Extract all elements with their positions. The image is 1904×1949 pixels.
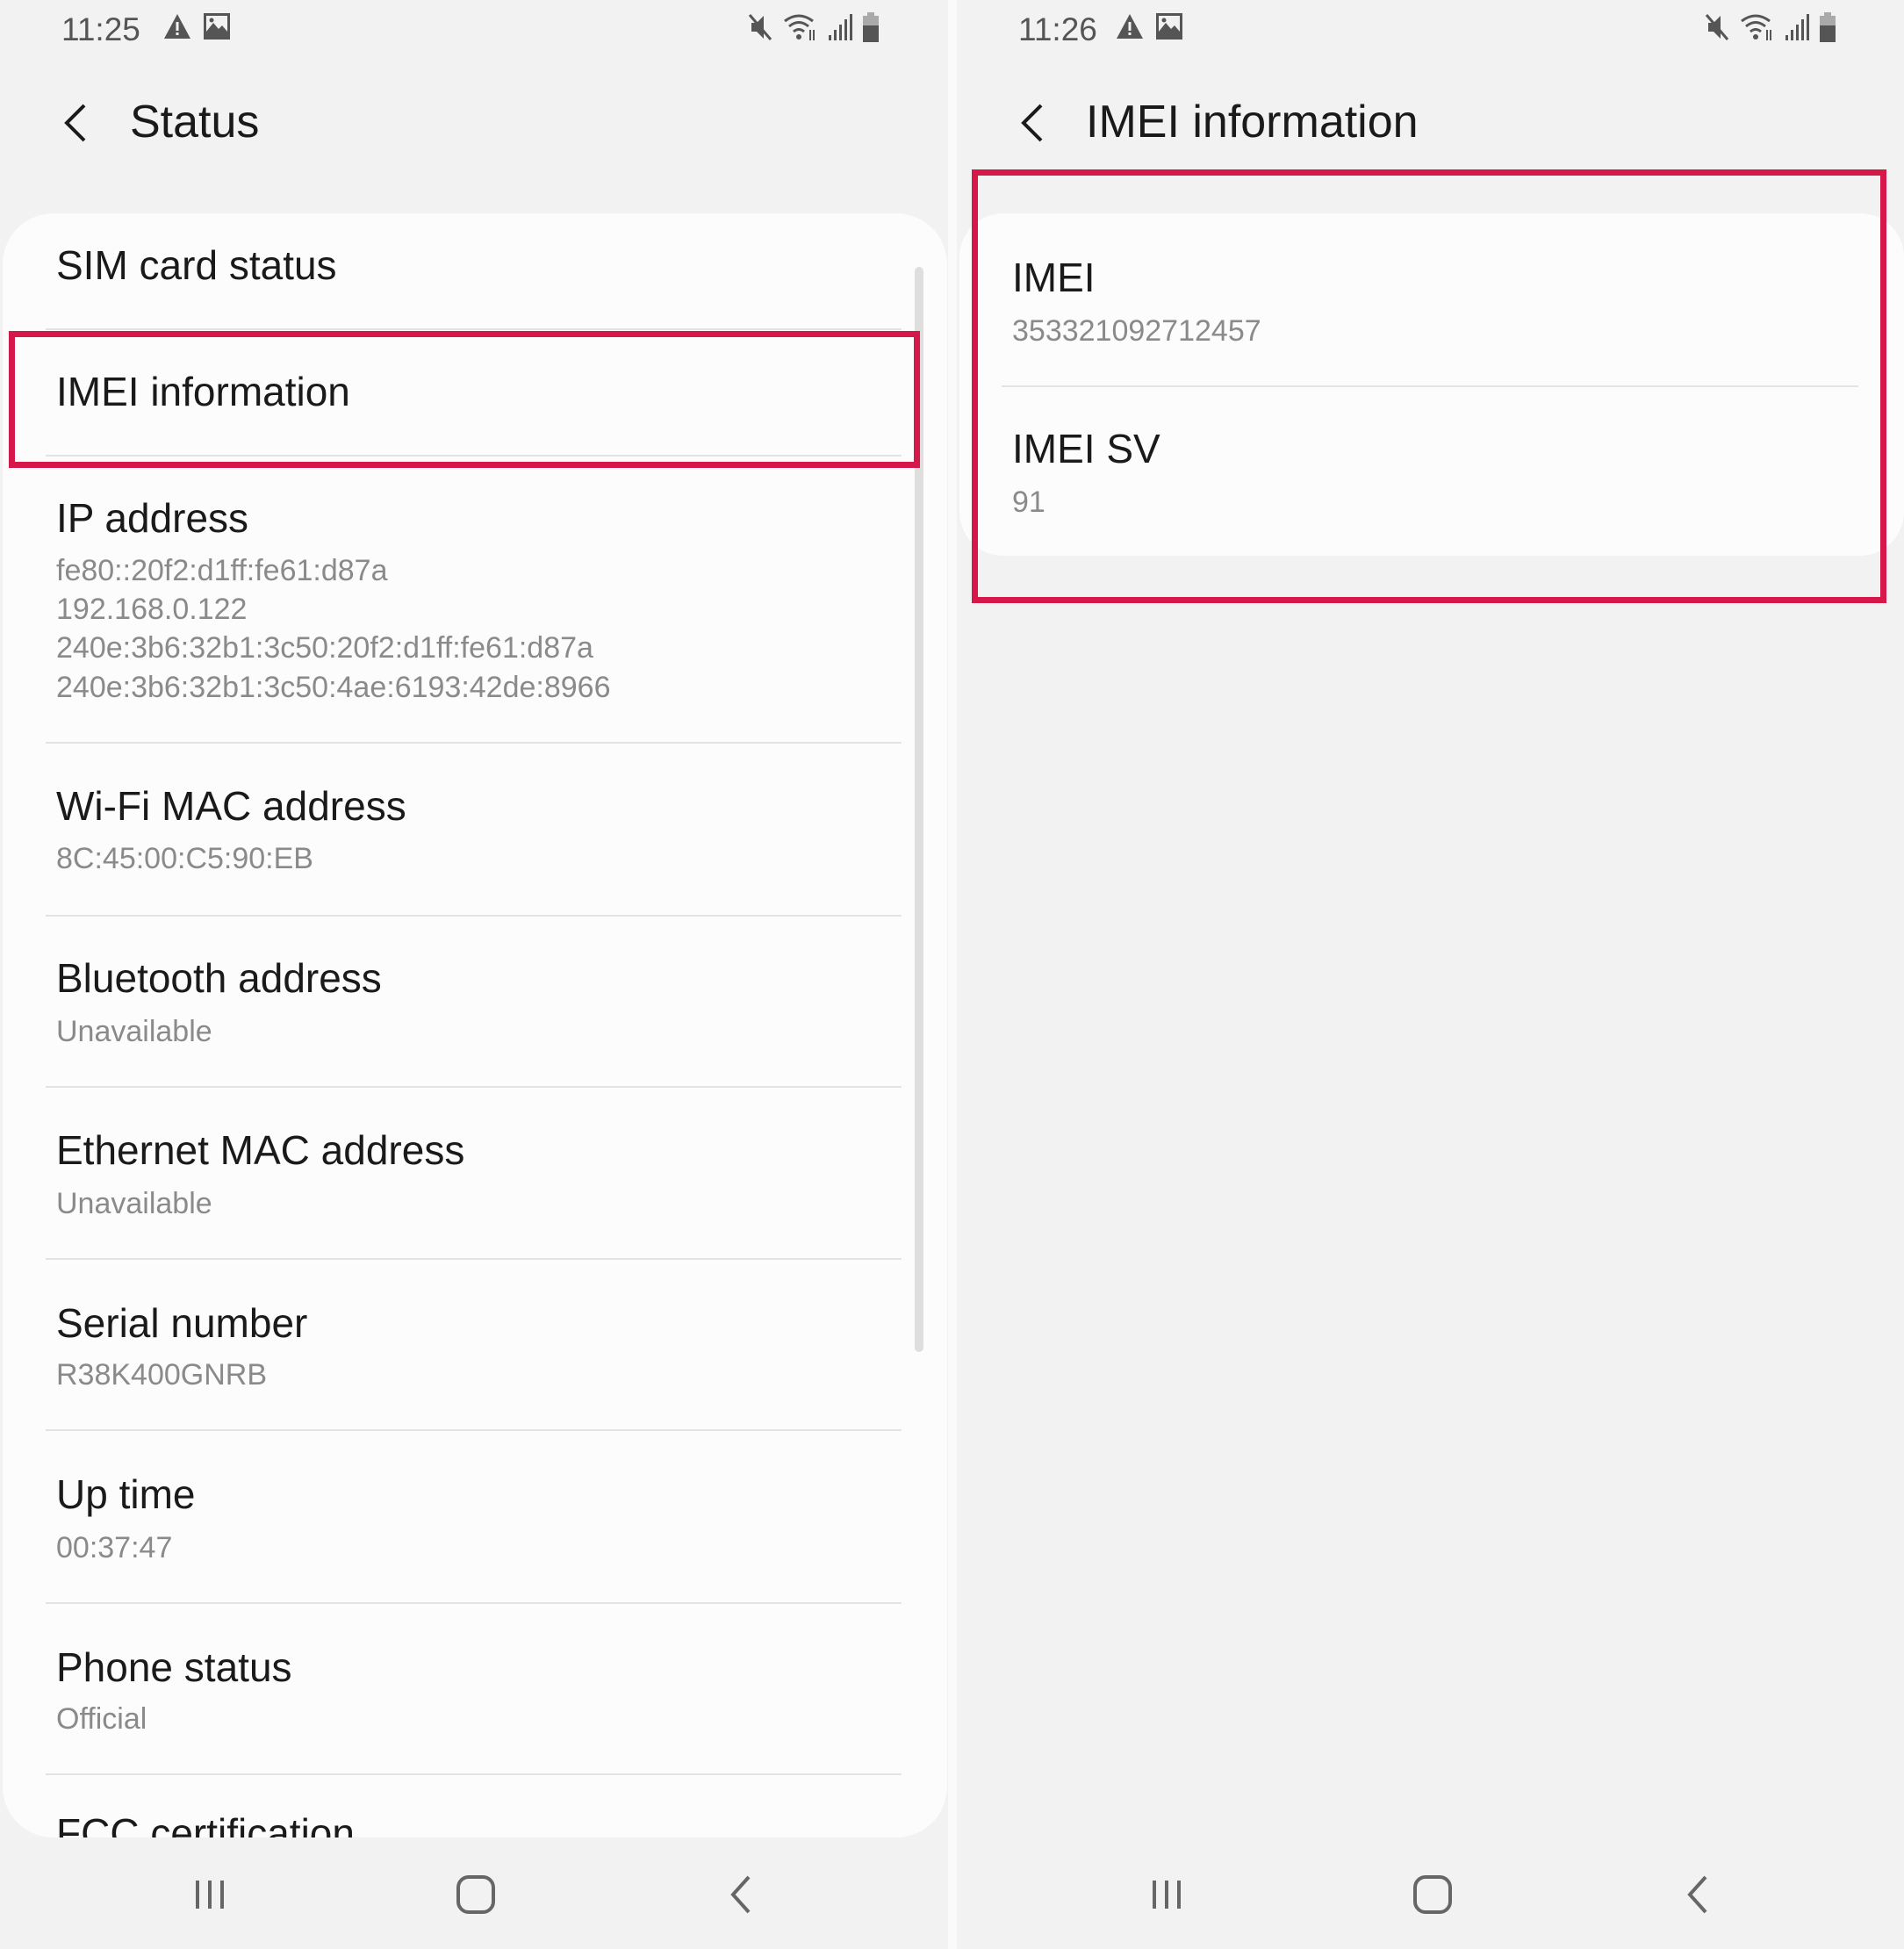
status-bar-system-icons [1703, 12, 1836, 42]
panel-divider [948, 0, 957, 1949]
list-item-ethernet-mac-address[interactable]: Ethernet MAC address Unavailable [3, 1088, 947, 1260]
status-bar-system-icons [746, 12, 880, 42]
item-title: Up time [56, 1471, 196, 1517]
item-title: IMEI information [56, 369, 350, 414]
page-title: Status [130, 97, 260, 147]
list-item-imei-sv[interactable]: IMEI SV 91 [959, 386, 1904, 556]
list-item-phone-status[interactable]: Phone status Official [3, 1604, 947, 1775]
list-item-sim-card-status[interactable]: SIM card status [3, 213, 947, 330]
divider [46, 1429, 902, 1431]
image-icon [204, 13, 230, 40]
item-title: Wi-Fi MAC address [56, 783, 406, 829]
image-icon [1156, 13, 1182, 40]
item-title: FCC certification [56, 1810, 355, 1838]
divider [1002, 385, 1858, 387]
item-subtitle: Official [56, 1702, 147, 1736]
status-bar-time: 11:26 [1018, 11, 1097, 47]
list-item-bluetooth-address[interactable]: Bluetooth address Unavailable [3, 917, 947, 1088]
item-subtitle: 00:37:47 [56, 1531, 173, 1564]
nav-back-icon[interactable] [1672, 1868, 1725, 1921]
divider [46, 1258, 902, 1260]
signal-icon [829, 14, 852, 40]
status-bar-time: 11:25 [61, 11, 140, 47]
item-subtitle-line: 240e:3b6:32b1:3c50:20f2:d1ff:fe61:d87a [56, 631, 593, 665]
battery-icon [1820, 12, 1836, 42]
item-title: Phone status [56, 1644, 292, 1690]
mute-icon [1705, 14, 1729, 40]
divider [46, 1773, 902, 1775]
home-icon[interactable] [449, 1868, 502, 1921]
list-item-serial-number[interactable]: Serial number R38K400GNRB [3, 1260, 947, 1431]
item-subtitle-line: fe80::20f2:d1ff:fe61:d87a [56, 554, 388, 587]
divider [46, 1086, 902, 1088]
item-subtitle: 8C:45:00:C5:90:EB [56, 842, 313, 875]
page-title: IMEI information [1086, 97, 1419, 147]
imei-list: IMEI 353321092712457 IMEI SV 91 [959, 213, 1904, 556]
item-subtitle-line: 240e:3b6:32b1:3c50:4ae:6193:42de:8966 [56, 671, 611, 704]
list-item-fcc-certification[interactable]: FCC certification [3, 1775, 947, 1838]
item-title: IMEI [1012, 255, 1096, 300]
back-arrow-icon[interactable] [58, 97, 93, 149]
divider [46, 328, 902, 330]
imei-information-screen: 11:26 IMEI information IMEI 3533210927124… [957, 0, 1904, 1949]
back-arrow-icon[interactable] [1015, 97, 1050, 149]
item-title: Bluetooth address [56, 955, 382, 1001]
item-title: Serial number [56, 1300, 308, 1346]
signal-icon [1785, 14, 1809, 40]
list-item-wifi-mac-address[interactable]: Wi-Fi MAC address 8C:45:00:C5:90:EB [3, 744, 947, 917]
recent-apps-icon[interactable] [1140, 1868, 1193, 1921]
divider [46, 1602, 902, 1604]
recent-apps-icon[interactable] [183, 1868, 236, 1921]
item-subtitle: R38K400GNRB [56, 1358, 268, 1392]
wifi-icon [1741, 14, 1771, 40]
battery-icon [863, 12, 879, 42]
home-icon[interactable] [1406, 1868, 1459, 1921]
item-subtitle-line: 192.168.0.122 [56, 593, 248, 626]
status-bar-notifications [1115, 12, 1183, 40]
item-subtitle: Unavailable [56, 1015, 212, 1048]
divider [46, 915, 902, 917]
list-item-imei-information[interactable]: IMEI information [3, 330, 947, 457]
warning-icon [1117, 14, 1143, 39]
item-subtitle: Unavailable [56, 1187, 212, 1220]
list-item-up-time[interactable]: Up time 00:37:47 [3, 1431, 947, 1604]
wifi-icon [784, 14, 815, 40]
item-title: IP address [56, 495, 249, 541]
divider [46, 742, 902, 744]
item-title: IMEI SV [1012, 426, 1160, 471]
status-list: SIM card status IMEI information IP addres… [3, 213, 947, 1838]
list-item-imei[interactable]: IMEI 353321092712457 [959, 213, 1904, 385]
status-screen: 11:25 Status SIM card status IMEI informa… [0, 0, 948, 1949]
scrollbar[interactable] [915, 267, 923, 1352]
warning-icon [164, 14, 190, 39]
status-bar-notifications [162, 12, 231, 40]
item-title: SIM card status [56, 242, 337, 288]
nav-back-icon[interactable] [715, 1868, 768, 1921]
mute-icon [748, 14, 772, 40]
item-subtitle: 91 [1012, 485, 1045, 519]
list-item-ip-address[interactable]: IP addressfe80::20f2:d1ff:fe61:d87a192.1… [3, 457, 947, 744]
divider [46, 455, 902, 457]
item-subtitle: 353321092712457 [1012, 314, 1261, 348]
item-title: Ethernet MAC address [56, 1127, 465, 1173]
